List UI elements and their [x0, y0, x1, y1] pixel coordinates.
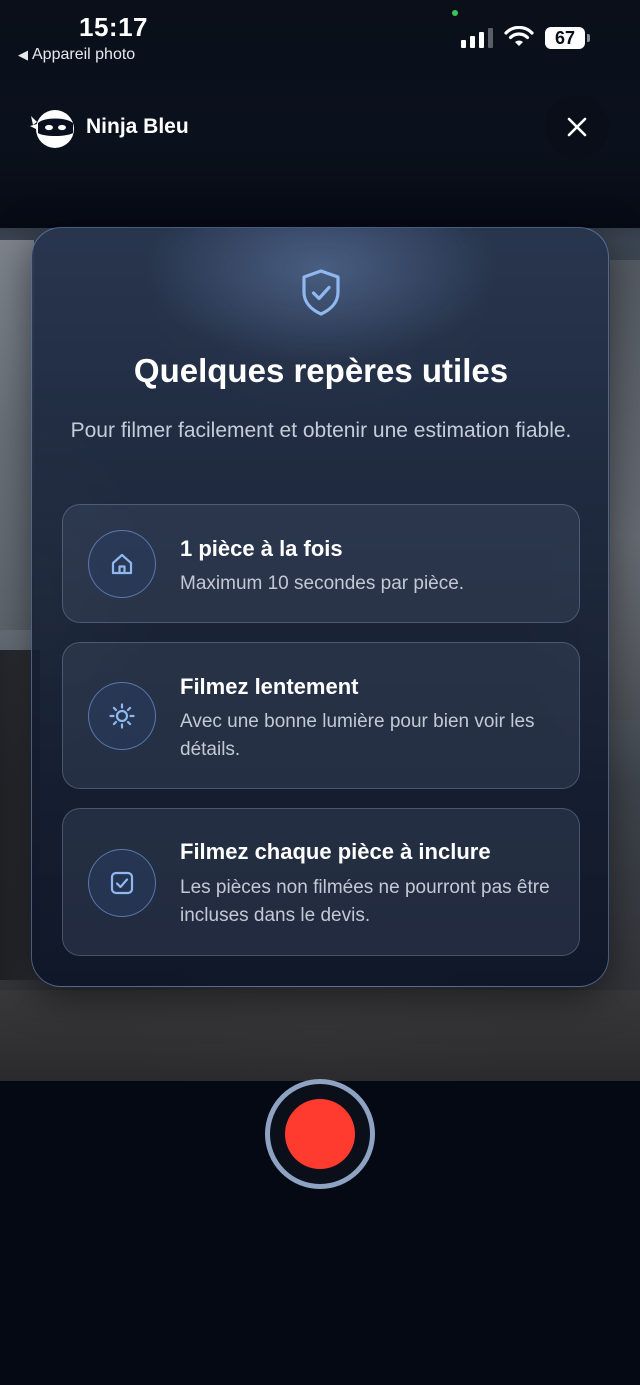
tip-card-film-every-room: Filmez chaque pièce à inclure Les pièces…	[62, 808, 580, 956]
camera-preview-desk	[0, 990, 640, 1081]
tip-icon-badge	[88, 530, 156, 598]
tip-text: Avec une bonne lumière pour bien voir le…	[180, 711, 535, 760]
tips-modal: Quelques repères utiles Pour filmer faci…	[31, 227, 609, 987]
back-to-app-link[interactable]: ◀ Appareil photo	[18, 46, 135, 64]
tip-text: Les pièces non filmées ne pourront pas ê…	[180, 877, 550, 926]
modal-title: Quelques repères utiles	[133, 352, 509, 389]
status-time: 15:17	[79, 12, 148, 42]
battery-level: 67	[554, 27, 576, 48]
tip-card-film-slowly: Filmez lentement Avec une bonne lumière …	[62, 642, 580, 789]
tip-title: Filmez lentement	[180, 674, 359, 699]
cellular-signal-icon	[461, 28, 493, 48]
brand-name: Ninja Bleu	[86, 115, 189, 138]
close-icon	[567, 117, 587, 137]
battery-nub	[587, 34, 590, 42]
sun-icon	[109, 703, 135, 729]
tip-icon-badge	[88, 682, 156, 750]
tip-card-one-room: 1 pièce à la fois Maximum 10 secondes pa…	[62, 504, 580, 623]
camera-preview-window	[0, 240, 34, 630]
ninja-logo-icon	[30, 110, 74, 148]
battery-icon: 67	[545, 27, 585, 49]
brand: Ninja Bleu	[30, 104, 189, 150]
tip-text: Maximum 10 secondes par pièce.	[180, 573, 465, 594]
tip-title: Filmez chaque pièce à inclure	[180, 839, 491, 864]
checkbox-icon	[110, 871, 134, 895]
modal-subtitle: Pour filmer facilement et obtenir une es…	[70, 419, 572, 442]
shield-check-icon	[302, 269, 340, 316]
tip-icon-badge	[88, 849, 156, 917]
close-button[interactable]	[545, 95, 609, 159]
back-to-app-label: Appareil photo	[32, 46, 136, 63]
wifi-icon	[504, 26, 534, 46]
back-caret-icon: ◀	[18, 47, 28, 62]
house-icon	[111, 553, 133, 575]
record-button[interactable]	[265, 1079, 375, 1189]
camera-preview-wall	[610, 260, 640, 720]
record-button-icon	[285, 1099, 355, 1169]
privacy-indicator-dot	[452, 10, 458, 16]
tip-title: 1 pièce à la fois	[180, 536, 343, 561]
camera-screen: 15:17 ◀ Appareil photo 67 Ninja Bleu Que…	[0, 0, 640, 1385]
